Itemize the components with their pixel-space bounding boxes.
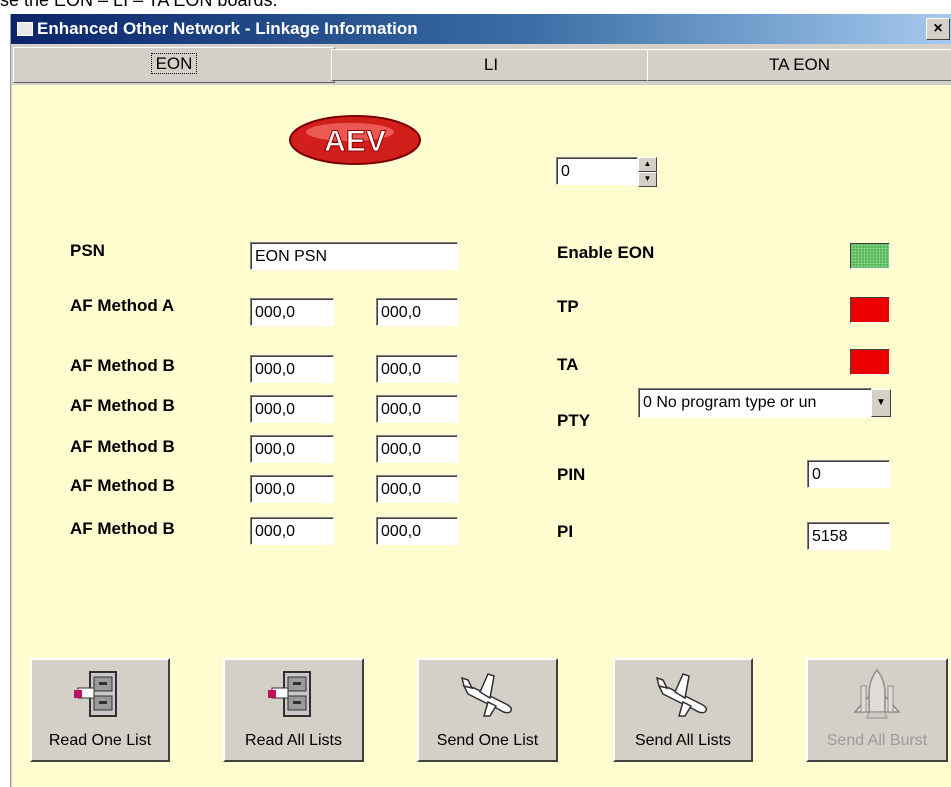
window-title: Enhanced Other Network - Linkage Informa… xyxy=(37,19,418,38)
read-one-list-button[interactable]: Read One List xyxy=(30,658,170,762)
af-input-2[interactable]: 000,0 xyxy=(376,395,458,423)
af-input-1[interactable]: 000,0 xyxy=(250,355,334,383)
af-input-2[interactable]: 000,0 xyxy=(376,517,458,545)
psn-label: PSN xyxy=(70,241,105,260)
af-method-label: AF Method B xyxy=(70,519,175,538)
af-method-label: AF Method B xyxy=(70,356,175,375)
document-caption: se the EON – LI – TA EON boards. xyxy=(0,0,951,10)
close-button[interactable]: × xyxy=(926,18,950,40)
af-method-label: AF Method A xyxy=(70,296,175,315)
send-one-list-label: Send One List xyxy=(436,732,539,749)
enable-eon-toggle[interactable] xyxy=(850,243,890,269)
af-input-1[interactable]: 000,0 xyxy=(250,395,334,423)
ta-toggle[interactable] xyxy=(850,349,890,375)
caption-text: se the EON – LI – TA EON boards. xyxy=(0,0,278,10)
tab-li[interactable]: LI xyxy=(331,49,651,81)
window-icon xyxy=(17,22,33,36)
tab-ta-eon[interactable]: TA EON xyxy=(647,49,951,81)
af-input-2[interactable]: 000,0 xyxy=(376,298,458,326)
read-one-list-label: Read One List xyxy=(48,732,152,749)
file-cabinet-icon xyxy=(267,671,311,717)
pty-dropdown[interactable]: 0 No program type or un ▼ xyxy=(638,388,891,418)
pin-input[interactable]: 0 xyxy=(807,460,890,488)
send-all-lists-button[interactable]: Send All Lists xyxy=(613,658,753,762)
airplane-icon xyxy=(655,673,708,717)
tp-toggle[interactable] xyxy=(850,297,890,323)
psn-input[interactable]: EON PSN xyxy=(250,242,458,270)
pi-label: PI xyxy=(557,522,574,541)
chevron-down-icon[interactable]: ▼ xyxy=(871,389,891,417)
space-shuttle-icon xyxy=(853,668,901,719)
read-all-lists-button[interactable]: Read All Lists xyxy=(223,658,364,762)
enable-eon-label: Enable EON xyxy=(557,243,655,262)
spinner-down-arrow-icon[interactable]: ▼ xyxy=(638,172,657,187)
af-method-label: AF Method B xyxy=(70,396,175,415)
title-bar[interactable]: Enhanced Other Network - Linkage Informa… xyxy=(11,14,951,44)
tab-li-label: LI xyxy=(483,55,499,74)
af-input-2[interactable]: 000,0 xyxy=(376,475,458,503)
spinner-up-arrow-icon[interactable]: ▲ xyxy=(638,157,657,172)
eon-linkage-window: Enhanced Other Network - Linkage Informa… xyxy=(10,14,951,787)
af-method-label: AF Method B xyxy=(70,437,175,456)
aev-logo: AEV xyxy=(289,115,421,165)
list-index-spinner-buttons[interactable]: ▲ ▼ xyxy=(638,157,657,187)
pin-label: PIN xyxy=(557,465,586,484)
ta-label: TA xyxy=(557,355,579,374)
send-all-lists-label: Send All Lists xyxy=(634,732,732,749)
tab-eon[interactable]: EON xyxy=(13,47,335,83)
af-input-2[interactable]: 000,0 xyxy=(376,435,458,463)
read-all-lists-label: Read All Lists xyxy=(245,732,342,749)
send-one-list-button[interactable]: Send One List xyxy=(417,658,558,762)
send-all-burst-button[interactable]: Send All Burst xyxy=(806,658,948,762)
airplane-icon xyxy=(460,673,512,717)
send-all-burst-label: Send All Burst xyxy=(826,732,928,749)
tab-eon-label: EON xyxy=(150,53,198,74)
af-method-label: AF Method B xyxy=(70,476,175,495)
af-input-2[interactable]: 000,0 xyxy=(376,355,458,383)
tp-label: TP xyxy=(557,297,579,316)
list-index-spinner-input[interactable]: 0 xyxy=(556,157,638,185)
af-input-1[interactable]: 000,0 xyxy=(250,435,334,463)
af-input-1[interactable]: 000,0 xyxy=(250,475,334,503)
logo-text: AEV xyxy=(324,125,386,158)
pi-input[interactable]: 5158 xyxy=(807,522,890,550)
file-cabinet-icon xyxy=(74,671,117,717)
af-input-1[interactable]: 000,0 xyxy=(250,298,334,326)
eon-panel: AEV 0 ▲ ▼ PSN EON PSN AF Method A 000,0 … xyxy=(12,85,951,787)
tab-ta-eon-label: TA EON xyxy=(768,55,831,74)
pty-label: PTY xyxy=(557,411,591,430)
tab-strip: EON LI TA EON xyxy=(11,45,951,85)
af-input-1[interactable]: 000,0 xyxy=(250,517,334,545)
pty-selected-value[interactable]: 0 No program type or un xyxy=(638,388,872,418)
